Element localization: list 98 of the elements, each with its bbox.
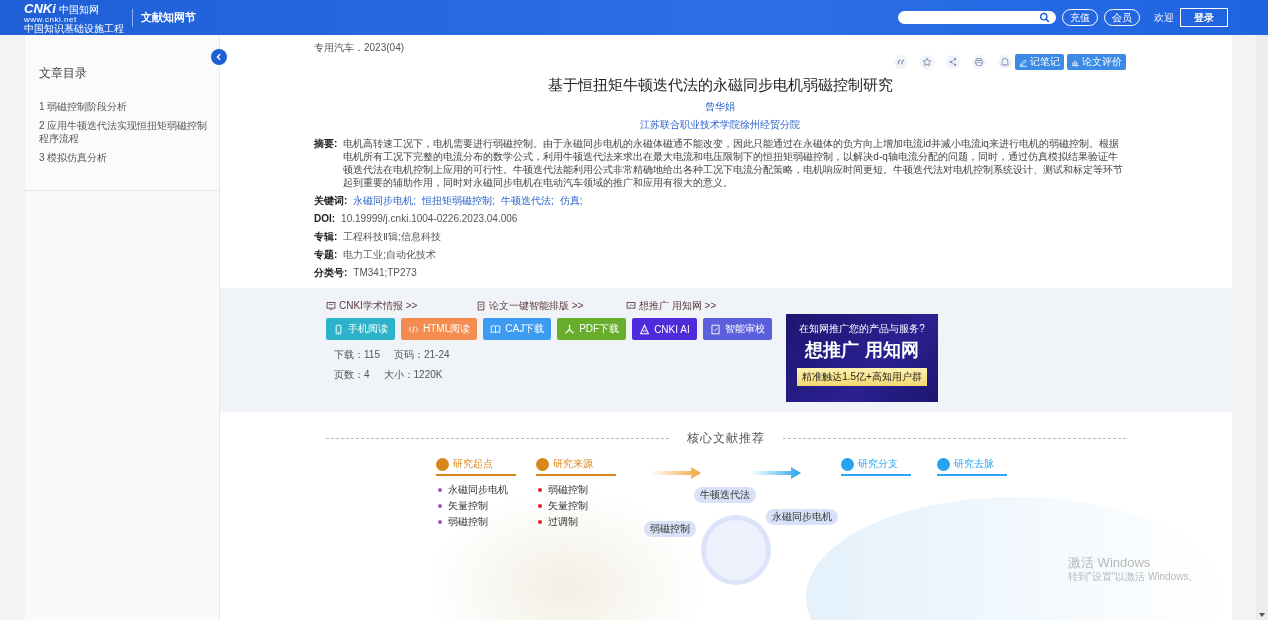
field-label: 分类号: — [314, 266, 348, 279]
heading-text: 研究起点 — [453, 457, 493, 471]
advert-question: 在知网推广您的产品与服务? — [799, 322, 925, 336]
bullet-dot — [438, 520, 442, 524]
stat-text: 页数：4 — [334, 368, 370, 382]
heading-text: 研究来源 — [553, 457, 593, 471]
bullet-dot — [538, 520, 542, 524]
search-field[interactable] — [898, 11, 1056, 24]
chevron-left-icon — [215, 53, 223, 61]
affiliation-link[interactable]: 江苏联合职业技术学院徐州经贸分院 — [314, 118, 1126, 132]
phone-icon — [333, 323, 344, 335]
field-value: TM341;TP273 — [353, 266, 417, 279]
welcome-text: 欢迎 — [1154, 10, 1174, 25]
circle-icon — [536, 457, 549, 471]
share-icon — [948, 57, 958, 67]
heading-text: 研究分支 — [858, 457, 898, 471]
logo-url: www.cnki.net — [24, 14, 78, 24]
search-icon — [1039, 12, 1050, 23]
tool-button[interactable] — [972, 55, 986, 69]
chart-board-icon — [626, 300, 636, 311]
advert-banner[interactable]: 在知网推广您的产品与服务? 想推广 用知网 精准触达1.5亿+高知用户群 — [786, 314, 938, 402]
activation-notice-title: 激活 Windows — [1068, 555, 1152, 571]
heading-text: 研究去脉 — [954, 457, 994, 471]
login-button[interactable]: 登录 — [1180, 8, 1228, 27]
stat-text: 大小：1220K — [383, 368, 443, 382]
pdf-icon — [564, 323, 576, 335]
keyword-bubble[interactable]: 牛顿迭代法 — [694, 487, 756, 503]
topic-link[interactable]: 弱磁控制 — [448, 515, 488, 529]
field-label: 专题: — [314, 248, 338, 261]
field-label: DOI: — [314, 212, 336, 225]
field-label: 关键词: — [314, 194, 348, 207]
stat-text: 下载：115 — [334, 348, 380, 362]
promo-link[interactable]: 想推广 用知网 >> — [626, 298, 776, 313]
tool-button[interactable]: 记笔记 — [1015, 54, 1064, 70]
advert-slogan: 想推广 用知网 — [804, 338, 920, 362]
keyword-link[interactable]: 仿真; — [559, 194, 583, 207]
keyword-link[interactable]: 牛顿迭代法; — [500, 194, 554, 207]
tool-button[interactable] — [920, 55, 934, 69]
quote-icon — [896, 57, 906, 67]
keyword-link[interactable]: 恒扭矩弱磁控制; — [422, 194, 495, 207]
circle-icon — [841, 457, 854, 471]
keyword-bubble[interactable]: 永磁同步电机 — [766, 509, 838, 525]
topic-link[interactable]: 永磁同步电机 — [448, 483, 508, 497]
site-name: 文献知网节 — [141, 10, 196, 25]
bell-icon — [1000, 57, 1010, 67]
field-value: 10.19999/j.cnki.1004-0226.2023.04.006 — [341, 212, 518, 225]
keyword-link[interactable]: 永磁同步电机; — [353, 194, 417, 207]
scroll-down-icon[interactable] — [1259, 613, 1265, 617]
bullet-dot — [438, 488, 442, 492]
abstract-text: 电机高转速工况下，电机需要进行弱磁控制。由于永磁同步电机的永磁体磁通不能改变，因此只能通过在永磁体的负方向上增加电流id并减小电流iq来进行电机的弱磁控制。根据电机所有工况下完整的电流分布的数学公式，利用牛顿迭代法来求出在最大电流和电压限制下的恒扭矩弱磁控制，以解决d-q轴电流分配的问题，同时，通过仿真模拟结果验证牛顿迭代法在电机控制上应用的可行性。牛顿迭代法能利用公式非常精确地给出各种工况下电流分配策略，电机响应时间更短。牛顿迭代法对电机控制系统设计、测试和标定等环节起到重要的辅助作用，同时对永磁同步电机在电动汽车领域的推广和应用有很大的意义。 — [343, 137, 1125, 189]
read-download-button[interactable]: CNKI AI — [632, 318, 697, 340]
logo-mark: CNKi — [24, 1, 56, 15]
journal-source[interactable]: 专用汽车．2023(04) — [314, 41, 1126, 54]
document-icon — [476, 300, 486, 311]
triangle-icon — [639, 323, 651, 335]
scrollbar[interactable] — [1256, 35, 1268, 620]
book-icon — [490, 323, 502, 335]
promo-link[interactable]: 论文一键智能排版 >> — [476, 298, 626, 313]
bullet-dot — [438, 504, 442, 508]
logo-subtitle: 中国知识基础设施工程 — [24, 23, 124, 34]
keyword-bubble[interactable]: 弱磁控制 — [644, 521, 696, 537]
advert-tagline: 精准触达1.5亿+高知用户群 — [797, 368, 927, 386]
topic-link[interactable]: 矢量控制 — [548, 499, 588, 513]
pencil-icon — [1019, 57, 1028, 67]
logo-name: 中国知网 — [58, 4, 99, 15]
bullet-dot — [538, 504, 542, 508]
checklist-icon — [709, 323, 721, 335]
circle-icon — [937, 457, 950, 471]
section-title: 核心文献推荐 — [687, 430, 765, 447]
monitor-icon — [326, 300, 336, 311]
circle-icon — [436, 457, 449, 471]
tool-button[interactable] — [946, 55, 960, 69]
arrow-icon — [751, 467, 801, 479]
topic-link[interactable]: 过调制 — [548, 515, 578, 529]
activation-notice-hint: 转到"设置"以激活 Windows。 — [1068, 570, 1199, 583]
stat-text: 页码：21-24 — [393, 348, 450, 362]
read-download-button[interactable]: 智能审校 — [702, 318, 772, 340]
code-icon — [408, 323, 419, 335]
tool-button[interactable] — [998, 55, 1012, 69]
field-value: 电力工业;自动化技术 — [343, 248, 437, 261]
article-title: 基于恒扭矩牛顿迭代法的永磁同步电机弱磁控制研究 — [546, 76, 894, 95]
field-label: 专辑: — [314, 230, 338, 243]
arrow-icon — [651, 467, 701, 479]
star-icon — [922, 57, 932, 67]
printer-icon — [974, 57, 984, 67]
tool-button[interactable] — [894, 55, 908, 69]
outline-item[interactable]: 1 弱磁控制阶段分析 — [39, 100, 209, 113]
outline-item[interactable]: 3 模拟仿真分析 — [39, 151, 209, 164]
promo-link[interactable]: CNKI学术情报 >> — [326, 298, 476, 313]
field-value: 工程科技Ⅱ辑;信息科技 — [343, 230, 442, 243]
tool-button[interactable]: 论文评价 — [1067, 54, 1126, 70]
sidebar-title: 文章目录 — [39, 65, 88, 82]
author-link[interactable]: 曾华娟 — [314, 100, 1126, 114]
topic-link[interactable]: 弱磁控制 — [548, 483, 588, 497]
topic-link[interactable]: 矢量控制 — [448, 499, 488, 513]
field-label: 摘要: — [314, 137, 338, 151]
outline-item[interactable]: 2 应用牛顿迭代法实现恒扭矩弱磁控制程序流程 — [39, 119, 209, 145]
bullet-dot — [538, 488, 542, 492]
